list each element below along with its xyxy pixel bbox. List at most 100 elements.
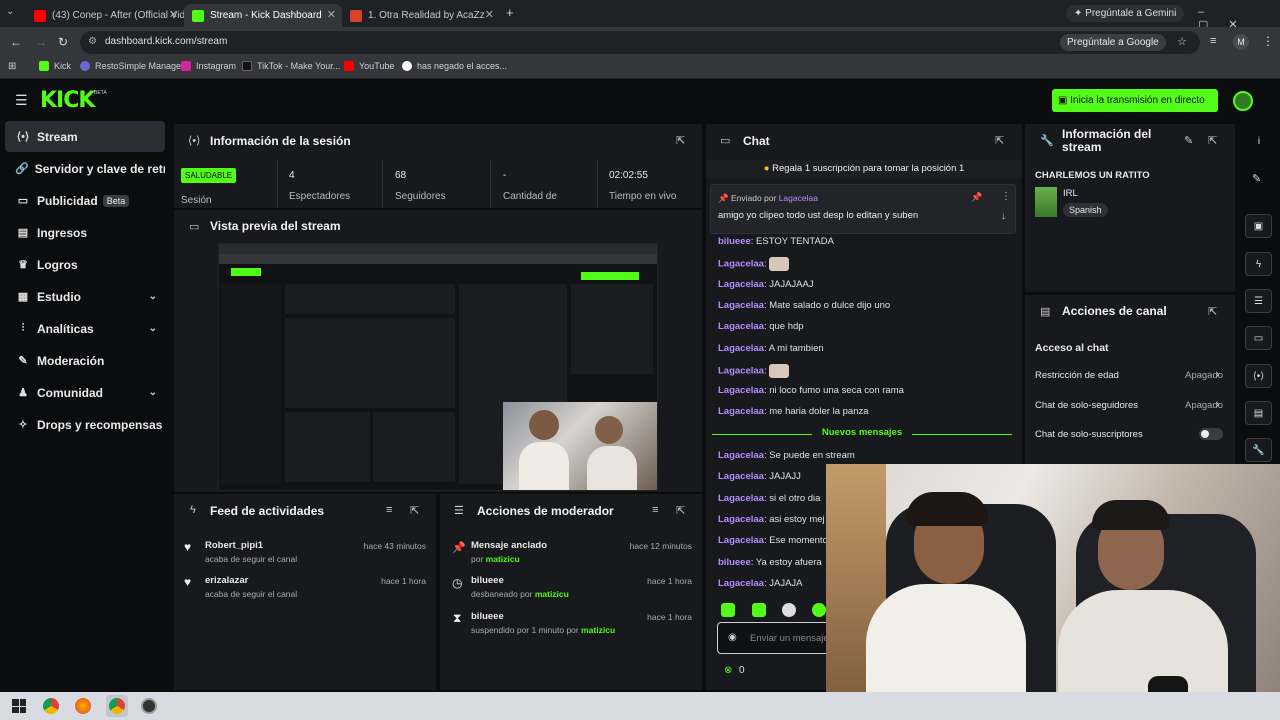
bookmark-youtube[interactable]: YouTube [344, 61, 394, 71]
close-tab-icon[interactable]: ✕ [169, 8, 178, 21]
rail-stream-info-icon[interactable]: ▣ [1245, 214, 1272, 238]
browser-tab-music[interactable]: 1. Otra Realidad by AcaZz ✕ [342, 4, 500, 27]
chat-message[interactable]: bilueee: ESTOY TENTADA [718, 236, 834, 247]
chat-username[interactable]: Lagacelaa [718, 406, 764, 417]
chat-username[interactable]: Lagacelaa [718, 514, 764, 525]
gift-sub-banner[interactable]: ● Regala 1 suscripción para tomar la pos… [706, 160, 1022, 178]
chevron-right-icon[interactable]: › [1216, 369, 1219, 380]
emote-icon[interactable] [782, 603, 796, 617]
kick-logo[interactable]: KICK [40, 88, 95, 113]
emote-icon[interactable] [752, 603, 766, 617]
pinned-author[interactable]: Lagacelaa [779, 193, 818, 203]
chat-username[interactable]: Lagacelaa [718, 365, 764, 376]
filter-icon[interactable]: ≡ [386, 504, 392, 516]
reload-icon[interactable]: ↻ [58, 35, 68, 49]
expand-icon[interactable]: ⇱ [676, 134, 685, 147]
chat-username[interactable]: Lagacelaa [718, 259, 764, 270]
moderator-name[interactable]: matizicu [535, 589, 569, 599]
chat-message[interactable]: Lagacelaa: que hdp [718, 321, 804, 332]
subscribers-only-label[interactable]: Chat de solo-suscriptores [1035, 429, 1143, 440]
gemini-button[interactable]: ✦ Pregúntale a Gemini [1066, 5, 1185, 22]
chat-message[interactable]: Lagacelaa: A mi tambien [718, 343, 824, 354]
expand-icon[interactable]: ⇱ [676, 504, 685, 517]
chat-message[interactable]: Lagacelaa: [718, 363, 790, 378]
unpin-icon[interactable]: 📌 [971, 192, 982, 203]
emote-icon[interactable] [812, 603, 826, 617]
bookmark-tiktok[interactable]: TikTok - Make Your... [242, 61, 340, 71]
activity-user[interactable]: erizalazar [205, 575, 248, 586]
browser-tab-youtube[interactable]: (43) Conep - After (Official Vide ✕ [26, 4, 184, 27]
site-info-icon[interactable]: ⚙ [88, 36, 97, 47]
subscribers-only-toggle[interactable] [1199, 428, 1223, 440]
sidebar-item-6[interactable]: ⫶ Analíticas ⌄ [5, 313, 165, 344]
tab-search-icon[interactable]: ⌄ [6, 6, 14, 17]
chevron-down-icon[interactable]: ⌄ [149, 291, 157, 302]
bookmark-instagram[interactable]: Instagram [181, 61, 236, 71]
browser-tab-kick[interactable]: Stream - Kick Dashboard ✕ [184, 4, 342, 27]
chat-message[interactable]: bilueee: Ya estoy afuera [718, 557, 822, 568]
bookmark-star-icon[interactable]: ☆ [1177, 35, 1187, 48]
bookmark-restosimple[interactable]: RestoSimple Manager [80, 61, 184, 71]
chevron-down-icon[interactable]: ⌄ [149, 387, 157, 398]
emote-icon[interactable] [721, 603, 735, 617]
chat-username[interactable]: Lagacelaa [718, 300, 764, 311]
chat-message[interactable]: Lagacelaa: ni loco fumo una seca con ram… [718, 385, 904, 396]
chat-message[interactable]: Lagacelaa: Mate salado o dulce dijo uno [718, 300, 890, 311]
followers-only-label[interactable]: Chat de solo-seguidores [1035, 400, 1138, 411]
close-tab-icon[interactable]: ✕ [327, 8, 336, 21]
chat-message[interactable]: Lagacelaa: JAJAJAAJ [718, 279, 814, 290]
info-icon[interactable]: i [1251, 134, 1267, 150]
chat-username[interactable]: Lagacelaa [718, 279, 764, 290]
rail-channel-icon[interactable]: ▤ [1245, 401, 1272, 425]
chat-message[interactable]: Lagacelaa: Se puede en stream [718, 450, 855, 461]
chat-username[interactable]: Lagacelaa [718, 385, 764, 396]
expand-icon[interactable]: ⇱ [1208, 134, 1217, 147]
chat-username[interactable]: Lagacelaa [718, 535, 764, 546]
chat-username[interactable]: Lagacelaa [718, 450, 764, 461]
profile-avatar[interactable]: M [1233, 34, 1249, 50]
moderator-name[interactable]: matizicu [581, 625, 615, 635]
category-thumbnail[interactable] [1035, 187, 1057, 217]
rail-broadcast-icon[interactable]: ⟨•⟩ [1245, 364, 1272, 388]
age-restriction-label[interactable]: Restricción de edad [1035, 370, 1119, 381]
expand-icon[interactable]: ⇱ [1208, 305, 1217, 318]
chevron-down-icon[interactable]: ⌄ [149, 323, 157, 334]
activity-user[interactable]: Robert_pipi1 [205, 540, 263, 551]
chat-message[interactable]: Lagacelaa: [718, 257, 790, 272]
pencil-icon[interactable]: ✎ [1252, 172, 1261, 185]
chat-message[interactable]: Lagacelaa: JAJAJA [718, 578, 803, 589]
hamburger-menu-icon[interactable]: ☰ [15, 92, 28, 109]
reading-list-icon[interactable]: ≡ [1210, 35, 1216, 47]
firefox-icon[interactable] [75, 698, 91, 714]
expand-icon[interactable]: ⇱ [410, 504, 419, 517]
sidebar-item-9[interactable]: ✧ Drops y recompensas [5, 409, 165, 440]
chat-username[interactable]: Lagacelaa [718, 493, 764, 504]
chat-username[interactable]: bilueee [718, 236, 751, 247]
chrome-active-icon[interactable] [106, 695, 128, 717]
bookmark-kick[interactable]: Kick [39, 61, 71, 71]
windows-start-icon[interactable] [12, 699, 26, 713]
sidebar-item-8[interactable]: ♟ Comunidad ⌄ [5, 377, 165, 408]
chat-message[interactable]: Lagacelaa: me haria doler la panza [718, 406, 869, 417]
sidebar-item-2[interactable]: ▭ Publicidad Beta [5, 185, 165, 216]
ask-google-button[interactable]: Pregúntale a Google [1060, 34, 1166, 51]
rail-wrench-icon[interactable]: 🔧 [1245, 438, 1272, 462]
sidebar-item-4[interactable]: ♛ Logros [5, 249, 165, 280]
chat-username[interactable]: Lagacelaa [718, 471, 764, 482]
chat-message[interactable]: Lagacelaa: asi estoy mej [718, 514, 825, 525]
moderator-name[interactable]: matizicu [486, 554, 520, 564]
url-field[interactable]: ⚙ dashboard.kick.com/stream Pregúntale a… [80, 31, 1200, 54]
go-live-button[interactable]: ▣ Inicia la transmisión en directo [1052, 89, 1218, 112]
rail-list-icon[interactable]: ☰ [1245, 289, 1272, 313]
user-avatar[interactable] [1233, 91, 1253, 111]
sidebar-item-0[interactable]: ⟨•⟩ Stream [5, 121, 165, 152]
rail-bolt-icon[interactable]: ϟ [1245, 252, 1272, 276]
chat-username[interactable]: Lagacelaa [718, 343, 764, 354]
sidebar-item-7[interactable]: ✎ Moderación [5, 345, 165, 376]
sidebar-item-1[interactable]: 🔗 Servidor y clave de retransmisión [5, 153, 165, 184]
filter-icon[interactable]: ≡ [652, 504, 658, 516]
chevron-right-icon[interactable]: › [1216, 399, 1219, 410]
obs-icon[interactable] [141, 698, 157, 714]
back-icon[interactable]: ← [10, 35, 22, 49]
menu-dots-icon[interactable]: ⋮ [1262, 34, 1274, 48]
